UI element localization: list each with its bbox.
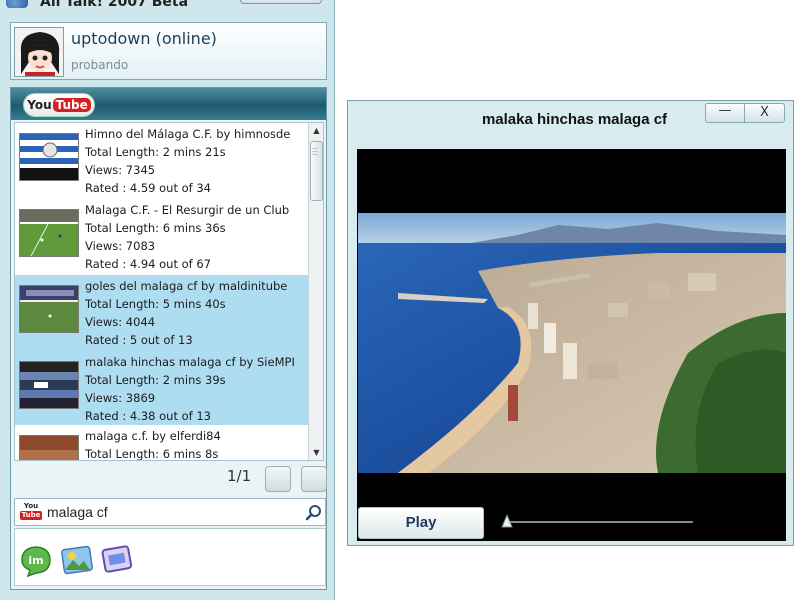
list-item[interactable]: malaga c.f. by elferdi84 Total Length: 6…	[15, 425, 308, 461]
youtube-logo: You Tube	[23, 93, 95, 117]
thumbnail-football-pitch	[19, 285, 79, 333]
youtube-small-icon-tube: Tube	[20, 511, 42, 520]
result-length: Total Length: 2 mins 39s	[85, 373, 226, 387]
result-rating: Rated : 4.94 out of 67	[85, 257, 211, 271]
messenger-window: All Talk! 2007 Beta uptodown (online) pr…	[0, 0, 335, 600]
result-title: malaka hinchas malaga cf by SieMPI	[85, 355, 295, 369]
profile-name: uptodown (online)	[71, 29, 217, 48]
result-views: Views: 7345	[85, 163, 156, 177]
video-display[interactable]	[357, 149, 786, 505]
next-page-button[interactable]	[301, 466, 327, 492]
scroll-down-arrow-icon[interactable]: ▼	[309, 445, 323, 460]
seek-bar[interactable]	[505, 521, 693, 523]
seek-handle[interactable]	[501, 513, 513, 528]
thumbnail-football-pitch	[19, 209, 79, 257]
minimize-button[interactable]: —	[706, 104, 746, 122]
list-item[interactable]: Malaga C.F. - El Resurgir de un Club Tot…	[15, 199, 308, 275]
video-frame-image	[358, 213, 786, 473]
result-length: Total Length: 6 mins 36s	[85, 221, 226, 235]
result-title: malaga c.f. by elferdi84	[85, 429, 221, 443]
youtube-panel: You Tube Himno del Málaga C.F. by himnosd…	[10, 87, 327, 590]
list-item[interactable]: Himno del Málaga C.F. by himnosde Total …	[15, 123, 308, 199]
app-tray: im	[14, 528, 326, 586]
list-item[interactable]: goles del malaga cf by maldinitube Total…	[15, 275, 308, 351]
search-bar: You Tube	[14, 498, 326, 526]
video-screen-icon[interactable]	[99, 542, 135, 578]
player-controls: Play	[357, 505, 786, 541]
result-views: Views: 4044	[85, 315, 156, 329]
video-result-list: Himno del Málaga C.F. by himnosde Total …	[14, 122, 324, 461]
youtube-logo-tube: Tube	[52, 98, 91, 112]
result-rating: Rated : 5 out of 13	[85, 333, 193, 347]
app-logo-icon	[6, 0, 28, 8]
result-rating: Rated : 4.59 out of 34	[85, 181, 211, 195]
video-player-window: malaka hinchas malaga cf — X Play	[347, 100, 794, 546]
youtube-logo-you: You	[27, 98, 52, 112]
list-item[interactable]: malaka hinchas malaga cf by SieMPI Total…	[15, 351, 308, 425]
result-title: Malaga C.F. - El Resurgir de un Club	[85, 203, 290, 217]
result-length: Total Length: 5 mins 40s	[85, 297, 226, 311]
profile-panel: uptodown (online) probando	[10, 22, 327, 80]
youtube-small-icon-you: You	[23, 502, 39, 510]
avatar[interactable]	[14, 27, 64, 77]
close-button[interactable]: X	[745, 104, 784, 122]
result-views: Views: 7083	[85, 239, 156, 253]
previous-page-button[interactable]	[265, 466, 291, 492]
search-icon[interactable]	[305, 504, 323, 522]
photo-gallery-icon[interactable]	[59, 542, 95, 578]
scroll-up-arrow-icon[interactable]: ▲	[309, 123, 323, 138]
window-controls[interactable]	[240, 0, 322, 4]
result-title: goles del malaga cf by maldinitube	[85, 279, 288, 293]
result-views: Views: 3869	[85, 391, 156, 405]
profile-status-message[interactable]: probando	[71, 58, 128, 72]
youtube-small-icon: You Tube	[20, 502, 42, 522]
list-scrollbar[interactable]: ▲ — — — ▼	[308, 123, 323, 460]
page-indicator: 1/1	[227, 467, 252, 485]
messenger-im-icon[interactable]: im	[18, 542, 54, 578]
result-length: Total Length: 6 mins 8s	[85, 447, 219, 461]
youtube-header: You Tube	[11, 88, 326, 120]
result-title: Himno del Málaga C.F. by himnosde	[85, 127, 291, 141]
thumbnail-stadium-crowd	[19, 435, 79, 460]
scrollbar-grip-icon: — — —	[312, 145, 318, 158]
svg-text:im: im	[28, 554, 43, 567]
window-controls: — X	[705, 103, 785, 123]
window-title: All Talk! 2007 Beta	[40, 0, 189, 10]
thumbnail-stadium-crowd	[19, 361, 79, 409]
thumbnail-flag-stripes	[19, 133, 79, 181]
result-rating: Rated : 4.38 out of 13	[85, 409, 211, 423]
play-button[interactable]: Play	[358, 507, 484, 539]
result-length: Total Length: 2 mins 21s	[85, 145, 226, 159]
search-input[interactable]	[47, 502, 297, 522]
